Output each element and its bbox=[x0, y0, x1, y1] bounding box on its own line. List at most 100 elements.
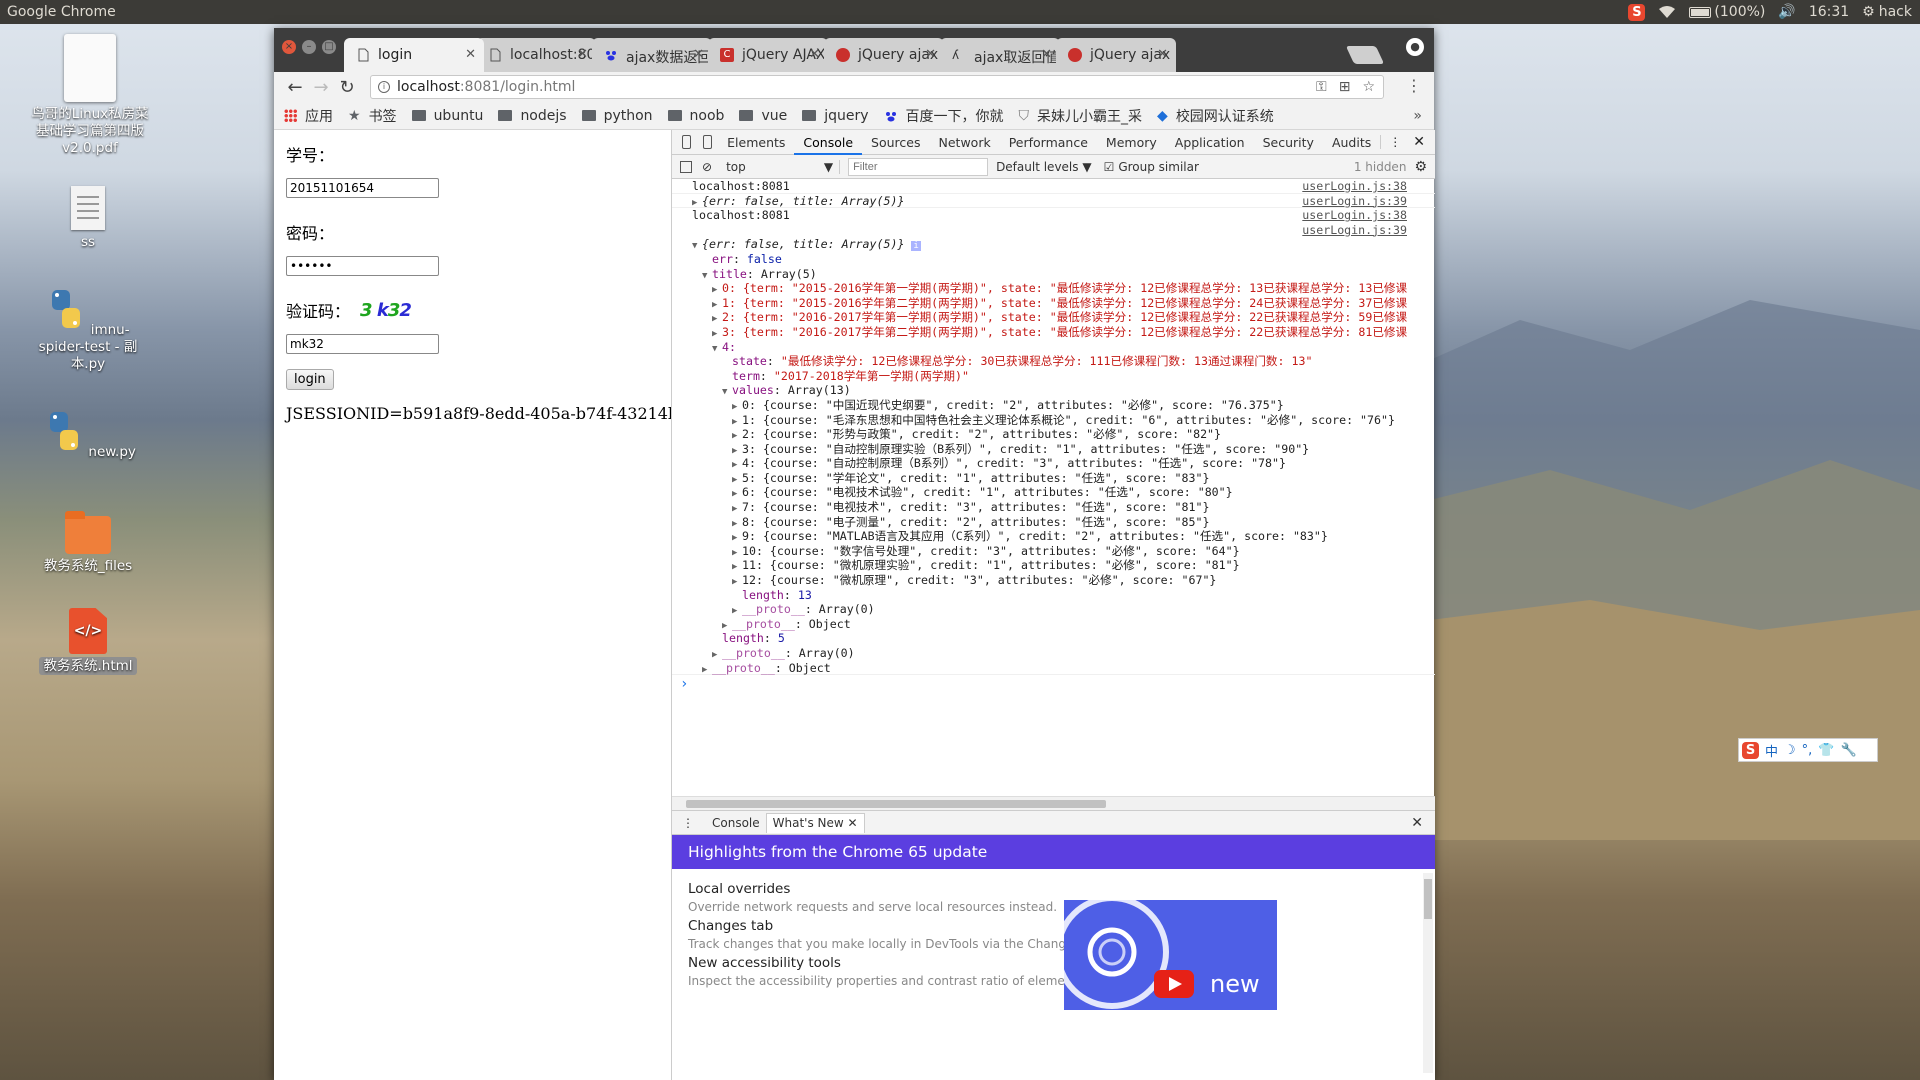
user-menu[interactable]: ⚙ hack bbox=[1862, 4, 1912, 20]
devtools-menu-icon[interactable]: ⋮ bbox=[1380, 135, 1409, 149]
password-input[interactable] bbox=[286, 256, 439, 276]
desktop-icon-spider-py[interactable]: imnu-spider-test - 副本.py bbox=[28, 288, 148, 373]
term-row[interactable]: ▶ 2: {term: "2016-2017学年第一学期(两学期)", state… bbox=[672, 310, 1435, 325]
device-toolbar-icon[interactable] bbox=[703, 135, 713, 149]
close-window-button[interactable]: × bbox=[282, 40, 296, 54]
console-settings-gear-icon[interactable]: ⚙ bbox=[1414, 159, 1427, 175]
back-arrow-icon[interactable]: ← bbox=[282, 77, 308, 98]
punctuation-icon[interactable]: °, bbox=[1802, 743, 1813, 758]
whats-new-item[interactable]: New accessibility tools Inspect the acces… bbox=[688, 955, 1087, 988]
tab-sources[interactable]: Sources bbox=[862, 130, 929, 155]
forward-arrow-icon[interactable]: → bbox=[308, 77, 334, 98]
close-drawer-icon[interactable]: ✕ bbox=[1411, 815, 1423, 831]
desktop-icon-pdf[interactable]: 鸟哥的Linux私房菜基础学习篇第四版v2.0.pdf bbox=[30, 34, 150, 157]
tab-memory[interactable]: Memory bbox=[1097, 130, 1166, 155]
battery-indicator[interactable]: (100%) bbox=[1689, 4, 1765, 20]
bookmark-folder-python[interactable]: python bbox=[581, 108, 653, 124]
sogou-ime-icon[interactable]: S bbox=[1742, 741, 1759, 759]
bookmark-campus-auth[interactable]: ◆ 校园网认证系统 bbox=[1157, 106, 1274, 126]
tab-jquery-ajax-runoob-2[interactable]: jQuery ajax ✕ bbox=[1056, 38, 1176, 72]
tab-localhost[interactable]: localhost:80 ✕ bbox=[476, 38, 596, 72]
moon-icon[interactable]: ☽ bbox=[1784, 743, 1796, 758]
profile-icon[interactable]: ● bbox=[1406, 38, 1424, 56]
tab-ajax-return[interactable]: ajax数据返回 ✕ bbox=[592, 38, 712, 72]
tab-elements[interactable]: Elements bbox=[718, 130, 794, 155]
bookmark-folder-nodejs[interactable]: nodejs bbox=[498, 108, 567, 124]
tab-jquery-ajax-csdn[interactable]: C jQuery AJAX ✕ bbox=[708, 38, 828, 72]
desktop-icon-html[interactable]: </> 教务系统.html bbox=[28, 608, 148, 675]
course-row[interactable]: ▶ 7: {course: "电视技术", credit: "3", attrib… bbox=[672, 500, 1435, 515]
course-row[interactable]: ▶ 12: {course: "微机原理", credit: "3", attri… bbox=[672, 573, 1435, 588]
inspect-element-icon[interactable] bbox=[682, 135, 692, 149]
prop-proto[interactable]: ▶ __proto__: Array(0) bbox=[672, 646, 1435, 661]
term-row[interactable]: ▶ 3: {term: "2016-2017学年第二学期(两学期)", state… bbox=[672, 325, 1435, 340]
course-row[interactable]: ▶ 8: {course: "电子测量", credit: "2", attrib… bbox=[672, 515, 1435, 530]
prop-title[interactable]: ▼ title: Array(5) bbox=[672, 267, 1435, 282]
whats-new-item[interactable]: Changes tab Track changes that you make l… bbox=[688, 918, 1107, 951]
close-tab-icon[interactable]: ✕ bbox=[1041, 47, 1052, 62]
ime-toolbar[interactable]: S 中 ☽ °, 👕 🔧 bbox=[1738, 738, 1878, 762]
bookmark-star-icon[interactable]: ☆ bbox=[1362, 76, 1375, 98]
course-row[interactable]: ▶ 3: {course: "自动控制原理实验（B系列）", credit: "1… bbox=[672, 442, 1435, 457]
course-row[interactable]: ▶ 6: {course: "电视技术试验", credit: "1", attr… bbox=[672, 485, 1435, 500]
bookmark-shuqian[interactable]: ★ 书签 bbox=[348, 106, 397, 126]
key-icon[interactable]: ⚿ bbox=[1316, 76, 1327, 98]
context-select[interactable]: top ▼ bbox=[722, 159, 841, 174]
maximize-window-button[interactable]: □ bbox=[322, 40, 336, 54]
term-row-expanded[interactable]: ▼ 4: bbox=[672, 340, 1435, 355]
shirt-icon[interactable]: 👕 bbox=[1818, 743, 1834, 758]
volume-icon[interactable]: 🔊 bbox=[1778, 4, 1795, 20]
course-row[interactable]: ▶ 5: {course: "学年论文", credit: "1", attrib… bbox=[672, 471, 1435, 486]
source-link[interactable]: userLogin.js:38 bbox=[1302, 208, 1407, 223]
console-filter-input[interactable] bbox=[848, 157, 989, 176]
clock[interactable]: 16:31 bbox=[1809, 4, 1849, 20]
bookmark-baidu[interactable]: 百度一下，你就 bbox=[884, 106, 1004, 126]
ime-mode-label[interactable]: 中 bbox=[1765, 741, 1778, 760]
log-levels-select[interactable]: Default levels ▼ bbox=[996, 160, 1092, 174]
drawer-tab-whats-new[interactable]: What's New ✕ bbox=[765, 812, 865, 833]
reload-icon[interactable]: ↻ bbox=[334, 77, 360, 98]
course-row[interactable]: ▶ 9: {course: "MATLAB语言及其应用（C系列）", credit… bbox=[672, 529, 1435, 544]
course-row[interactable]: ▶ 0: {course: "中国近现代史纲要", credit: "2", at… bbox=[672, 398, 1435, 413]
prop-proto[interactable]: ▶ __proto__: Object bbox=[672, 617, 1435, 632]
new-tab-button[interactable] bbox=[1345, 46, 1385, 64]
console-horizontal-scrollbar[interactable] bbox=[672, 796, 1435, 810]
captcha-image[interactable]: 3 k32 bbox=[360, 300, 412, 321]
tab-performance[interactable]: Performance bbox=[1000, 130, 1097, 155]
wrench-icon[interactable]: 🔧 bbox=[1841, 743, 1857, 758]
desktop-icon-new-py[interactable]: new.py bbox=[30, 410, 150, 461]
prop-values[interactable]: ▼ values: Array(13) bbox=[672, 383, 1435, 398]
tab-jquery-ajax-runoob[interactable]: jQuery ajax ✕ bbox=[824, 38, 944, 72]
address-bar[interactable]: i localhost:8081/login.html ⚿ ⊞ ☆ bbox=[370, 75, 1384, 99]
course-row[interactable]: ▶ 2: {course: "形势与政策", credit: "2", attri… bbox=[672, 427, 1435, 442]
bookmark-folder-vue[interactable]: vue bbox=[739, 108, 787, 124]
tab-network[interactable]: Network bbox=[930, 130, 1000, 155]
drawer-menu-icon[interactable]: ⋮ bbox=[682, 816, 694, 830]
course-row[interactable]: ▶ 4: {course: "自动控制原理（B系列）", credit: "3",… bbox=[672, 456, 1435, 471]
prop-proto[interactable]: ▶ __proto__: Array(0) bbox=[672, 602, 1435, 617]
bookmark-folder-noob[interactable]: noob bbox=[667, 108, 724, 124]
bookmark-folder-jquery[interactable]: jquery bbox=[802, 108, 869, 124]
drawer-tab-console[interactable]: Console bbox=[706, 816, 766, 830]
course-row[interactable]: ▶ 10: {course: "数字信号处理", credit: "3", att… bbox=[672, 544, 1435, 559]
login-button[interactable]: login bbox=[286, 369, 334, 390]
close-tab-icon[interactable]: ✕ bbox=[1157, 47, 1168, 62]
captcha-input[interactable] bbox=[286, 334, 439, 354]
source-link[interactable]: userLogin.js:38 bbox=[1302, 179, 1407, 194]
close-tab-icon[interactable]: ✕ bbox=[465, 47, 476, 62]
chrome-menu-icon[interactable]: ⋮ bbox=[1406, 78, 1422, 94]
tab-audits[interactable]: Audits bbox=[1323, 130, 1380, 155]
term-row[interactable]: ▶ 1: {term: "2015-2016学年第二学期(两学期)", state… bbox=[672, 296, 1435, 311]
bookmark-apps[interactable]: 应用 bbox=[284, 106, 333, 126]
minimize-window-button[interactable]: – bbox=[302, 40, 316, 54]
prop-proto[interactable]: ▶ __proto__: Object bbox=[672, 661, 1435, 676]
more-bookmarks-icon[interactable]: » bbox=[1413, 108, 1422, 124]
scrollbar-thumb[interactable] bbox=[686, 800, 1106, 808]
console-prompt[interactable]: › bbox=[672, 677, 1435, 692]
desktop-icon-files-folder[interactable]: 教务系统_files bbox=[28, 511, 148, 575]
tab-security[interactable]: Security bbox=[1254, 130, 1323, 155]
source-link[interactable]: userLogin.js:39 bbox=[1302, 194, 1407, 209]
clear-console-icon[interactable]: ⊘ bbox=[702, 160, 712, 174]
scrollbar-thumb[interactable] bbox=[1424, 879, 1432, 919]
whats-new-item[interactable]: Local overrides Override network requests… bbox=[688, 881, 1057, 914]
